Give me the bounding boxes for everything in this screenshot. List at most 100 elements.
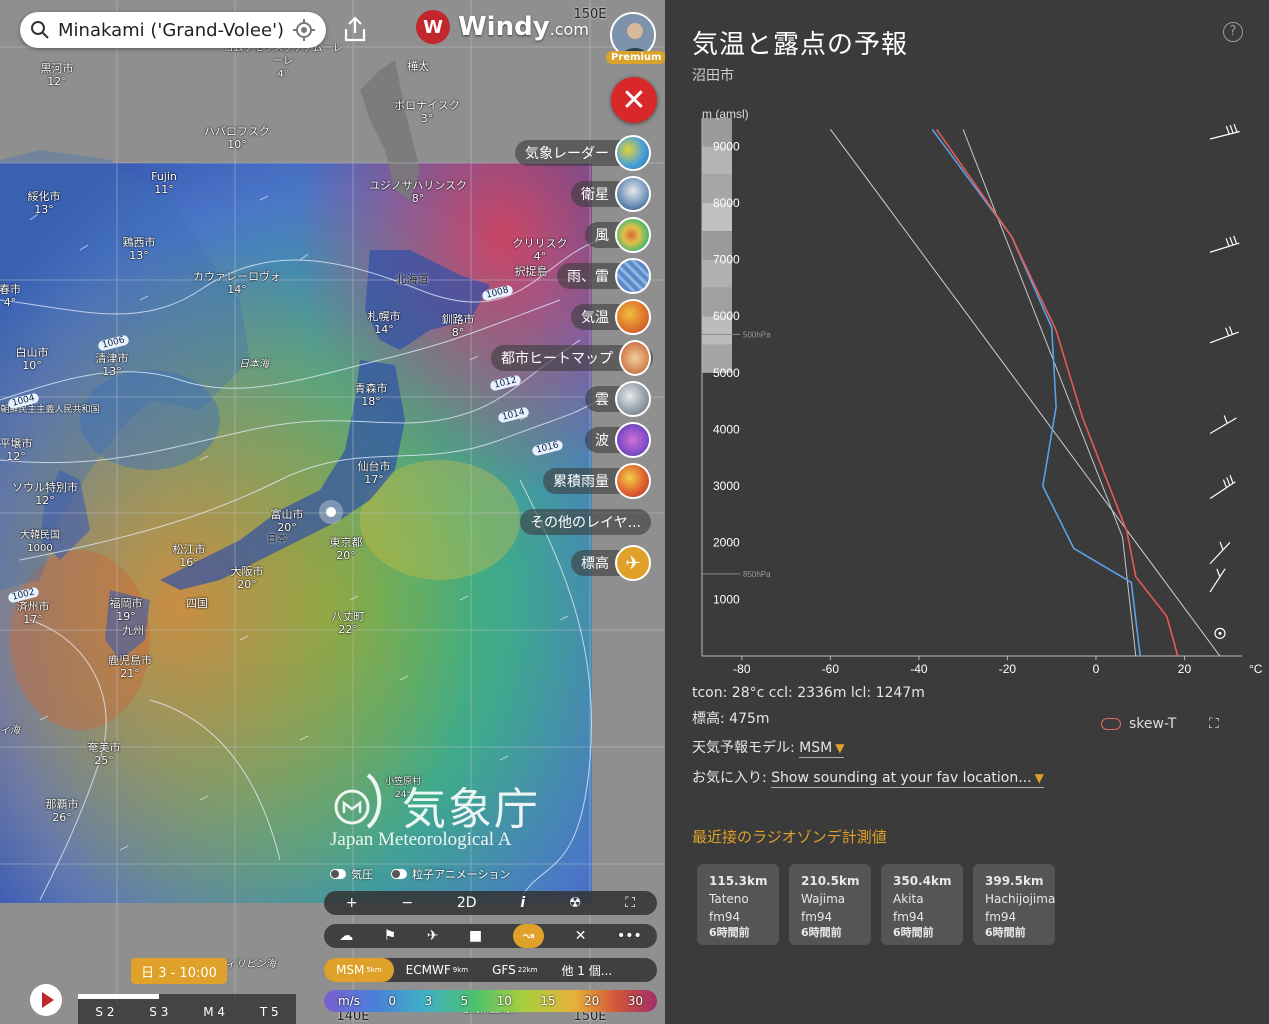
chevron-down-icon: ▼ — [1034, 771, 1044, 785]
layer-temperature[interactable]: 気温 — [491, 296, 651, 337]
layer-radar[interactable]: 気象レーダー — [491, 132, 651, 173]
wind-barb-flag — [1228, 326, 1234, 335]
pressure-marker-label: 500hPa — [743, 330, 771, 339]
storm-icon[interactable]: ☢ — [569, 895, 582, 911]
search-bar[interactable]: Minakami ('Grand-Volee') — [20, 12, 326, 48]
current-time-bubble[interactable]: 日 3 - 10:00 — [131, 958, 227, 984]
wind-barb-icon — [1209, 331, 1240, 344]
model-selector: MSM 5km ECMWF 9km GFS 22km 他 1 個... — [324, 958, 657, 982]
search-input[interactable]: Minakami ('Grand-Volee') — [58, 20, 292, 41]
timeline-day[interactable]: T 5 — [260, 1005, 279, 1019]
zoom-in-button[interactable]: + — [346, 895, 358, 911]
radar-icon — [615, 134, 651, 171]
radiosonde-card[interactable]: 210.5km Wajima fm94 6時間前 — [789, 864, 871, 945]
share-icon[interactable] — [340, 14, 370, 44]
city-label: 白山市 10° — [15, 346, 49, 372]
locate-icon[interactable] — [292, 18, 316, 42]
waves-icon — [615, 421, 651, 458]
radiosonde-card[interactable]: 115.3km Tateno fm94 6時間前 — [697, 864, 779, 945]
toggle-switch[interactable] — [330, 869, 346, 879]
city-label: カウァレーロヴォ 14° — [193, 270, 281, 296]
heatmap-icon — [619, 339, 651, 376]
layer-elevation[interactable]: 標高 ✈ — [571, 545, 651, 581]
plane-icon: ✈ — [615, 545, 651, 581]
x-tick-label: 20 — [1178, 662, 1192, 676]
station-name: Wajima — [801, 892, 846, 906]
model-dropdown[interactable]: MSM ▼ — [799, 740, 845, 758]
wind-barb-flag — [1229, 236, 1234, 246]
help-icon[interactable]: ? — [1223, 22, 1243, 42]
windy-logo[interactable]: W Windy.com — [416, 10, 589, 44]
model-more[interactable]: 他 1 個... — [549, 958, 624, 982]
layer-waves[interactable]: 波 — [491, 419, 651, 460]
layer-label[interactable]: その他のレイヤ... — [520, 508, 651, 535]
timeline-progress — [78, 994, 159, 999]
fav-dropdown[interactable]: Show sounding at your fav location... ▼ — [771, 770, 1044, 788]
layer-accumulation[interactable]: 累積雨量 — [491, 460, 651, 501]
radiosonde-list: 115.3km Tateno fm94 6時間前 210.5km Wajima … — [697, 864, 1055, 945]
station-distance: 210.5km — [801, 874, 860, 888]
radiosonde-card[interactable]: 399.5km Hachijojima fm94 6時間前 — [973, 864, 1055, 945]
fullscreen-icon[interactable]: ⛶ — [625, 895, 635, 911]
timeline-day[interactable]: M 4 — [203, 1005, 225, 1019]
timeline-day[interactable]: S 3 — [149, 1005, 168, 1019]
close-tool-icon[interactable]: ✕ — [575, 928, 587, 944]
layer-clouds[interactable]: 雲 — [491, 378, 651, 419]
timeline[interactable]: S 2 S 3 M 4 T 5 — [78, 994, 296, 1024]
panel-title: 気温と露点の予報 — [692, 30, 909, 60]
y-tick-label: 5000 — [713, 366, 740, 380]
country-label: 日本 — [267, 534, 287, 545]
layer-wind[interactable]: 風 — [491, 214, 651, 255]
toggle-switch[interactable] — [1101, 718, 1121, 730]
layer-menu: 気象レーダー 衛星 風 雨、雷 気温 都市ヒートマップ 雲 波 累積雨量 その他… — [491, 132, 653, 542]
model-gfs[interactable]: GFS 22km — [480, 958, 549, 982]
map-toggles: 気圧 粒子アニメーション — [330, 866, 511, 882]
jma-logo-icon — [334, 773, 382, 829]
radiosonde-title: 最近接のラジオゾンデ計測値 — [692, 828, 887, 846]
scale-tick: 10 — [496, 994, 512, 1008]
radiosonde-card[interactable]: 350.4km Akita fm94 6時間前 — [881, 864, 963, 945]
city-label: 那覇市 26° — [45, 798, 79, 824]
station-time: 6時間前 — [709, 926, 750, 939]
toggle-switch[interactable] — [391, 869, 407, 879]
station-model: fm94 — [985, 910, 1017, 924]
city-label: 黒河市 12° — [40, 62, 74, 88]
city-label: 松江市 16° — [172, 543, 206, 569]
layer-city-heatmap[interactable]: 都市ヒートマップ — [491, 337, 653, 378]
play-button[interactable] — [30, 984, 62, 1016]
layer-satellite[interactable]: 衛星 — [491, 173, 651, 214]
model-msm[interactable]: MSM 5km — [324, 958, 394, 982]
city-label: 奄美市 25° — [87, 741, 121, 767]
zoom-out-button[interactable]: − — [401, 895, 413, 911]
wind-barb-icon — [1209, 242, 1240, 253]
toggle-pressure[interactable]: 気圧 — [330, 866, 373, 882]
weather-map[interactable]: 黒河市 12° ハバロフスク 10° コムソモリスクナアムーレ ーレ 4° 樺太 ポロナ… — [0, 0, 665, 1024]
fav-row: お気に入り: Show sounding at your fav locatio… — [692, 767, 1044, 788]
layer-more[interactable]: その他のレイヤ... — [491, 501, 651, 542]
chevron-down-icon: ▼ — [835, 741, 845, 755]
expand-icon[interactable]: ⛶ — [1209, 716, 1219, 732]
wind-barb-flag — [1219, 541, 1224, 551]
toggle-particles[interactable]: 粒子アニメーション — [391, 866, 511, 882]
layer-rain-thunder[interactable]: 雨、雷 — [491, 255, 651, 296]
city-label: 仙台市 17° — [357, 460, 391, 486]
info-button[interactable]: i — [520, 895, 525, 911]
plane-icon[interactable]: ✈ — [427, 928, 439, 944]
wind-scale: m/s 0 3 5 10 15 20 30 — [324, 990, 657, 1012]
close-button[interactable]: ✕ — [611, 77, 657, 123]
model-ecmwf[interactable]: ECMWF 9km — [394, 958, 480, 982]
sounding-button[interactable]: ↝ — [512, 924, 545, 948]
station-name: Hachijojima — [985, 892, 1056, 906]
wind-barb-flag — [1225, 238, 1230, 247]
skew-t-toggle[interactable]: skew-T — [1101, 716, 1176, 732]
clouds-icon — [615, 380, 651, 417]
weather-icon[interactable]: ☁ — [339, 928, 353, 944]
view-mode-button[interactable]: 2D — [457, 895, 477, 911]
camera-icon[interactable]: ■ — [469, 928, 482, 944]
y-tick-label: 9000 — [713, 139, 740, 153]
scale-tick: 15 — [540, 994, 556, 1008]
more-icon[interactable]: ••• — [617, 928, 642, 944]
flag-icon[interactable]: ⚑ — [384, 928, 397, 944]
wind-barb-flag — [1226, 477, 1231, 486]
timeline-day[interactable]: S 2 — [95, 1005, 114, 1019]
